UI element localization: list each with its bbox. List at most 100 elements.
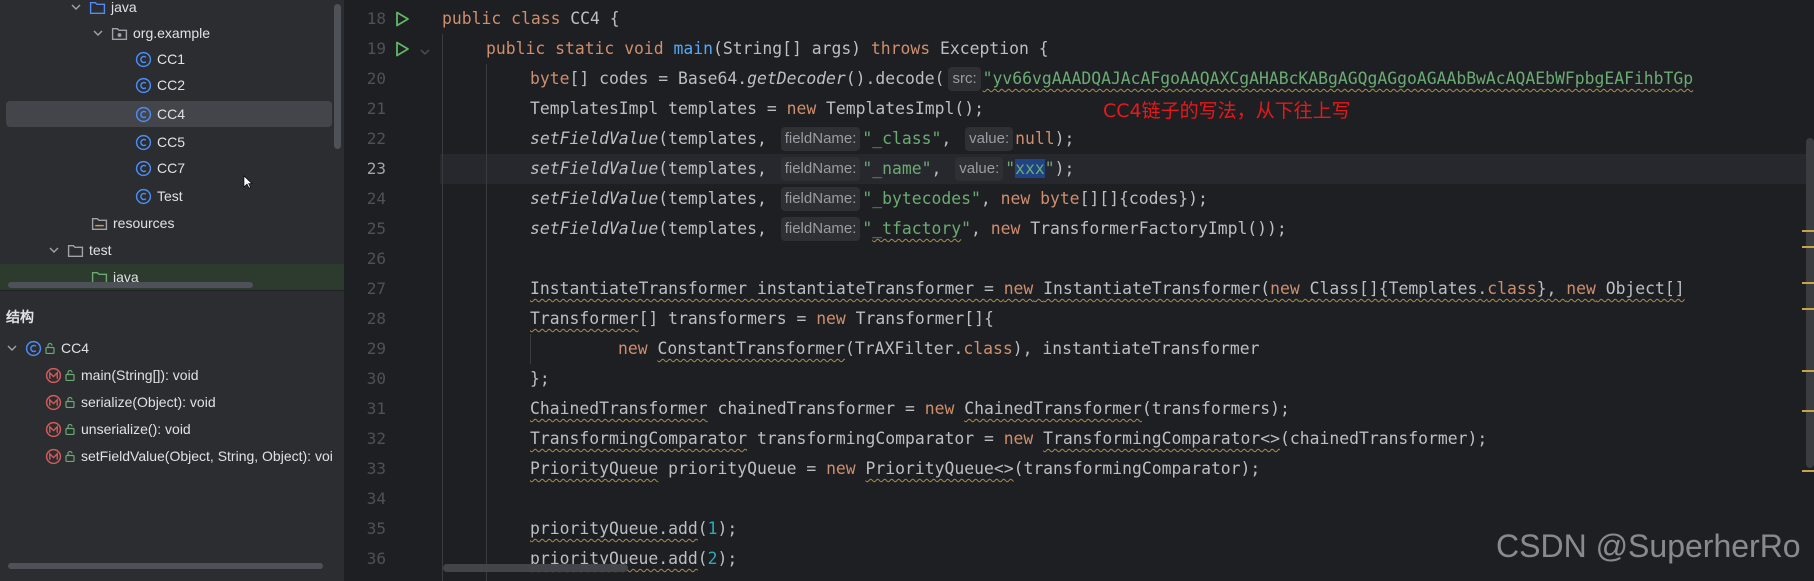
code-line-25: setFieldValue(templates, fieldName: "_tfa… — [530, 214, 1287, 244]
code-line-23: setFieldValue(templates, fieldName: "_nam… — [530, 154, 1074, 184]
param-hint: fieldName: — [780, 187, 861, 211]
tree-item-label: Test — [157, 188, 183, 204]
mouse-cursor-icon — [243, 175, 253, 192]
tree-item-label: CC2 — [157, 77, 186, 93]
run-class-icon[interactable] — [392, 9, 412, 29]
unlock-icon — [45, 342, 55, 354]
tree-item-label: CC7 — [157, 160, 186, 176]
warning-marker[interactable] — [1802, 470, 1814, 472]
tree-item-resources[interactable]: resources — [6, 210, 332, 236]
tree-item-label: resources — [113, 215, 175, 231]
class-icon — [24, 339, 42, 357]
warning-marker[interactable] — [1802, 230, 1814, 232]
structure-member-unserialize[interactable]: unserialize(): void — [44, 416, 191, 442]
line-number: 25 — [366, 219, 386, 238]
tree-item-cc2[interactable]: CC2 — [6, 72, 332, 98]
line-number: 34 — [366, 489, 386, 508]
line-number: 36 — [366, 549, 386, 568]
line-number: 22 — [366, 129, 386, 148]
code-line-30: }; — [530, 369, 550, 388]
tree-item-java[interactable]: java — [6, 0, 332, 20]
unlock-icon — [65, 396, 75, 408]
code-line-19: public static void main(String[] args) t… — [486, 39, 1049, 58]
param-hint: value: — [955, 157, 1004, 181]
indent-guide — [530, 334, 531, 364]
indent-guide — [486, 64, 487, 581]
chevron-down-icon[interactable] — [68, 0, 84, 15]
warning-marker[interactable] — [1802, 370, 1814, 372]
line-number: 32 — [366, 429, 386, 448]
chevron-down-icon[interactable] — [90, 25, 106, 41]
tree-item-label: org.example — [133, 25, 211, 41]
line-number: 20 — [366, 69, 386, 88]
structure-root-label: CC4 — [61, 340, 90, 356]
line-number: 33 — [366, 459, 386, 478]
left-panel: java org.example CC1 CC2 CC4 CC5 CC7 Tes… — [0, 0, 344, 581]
tree-item-cc4[interactable]: CC4 — [6, 101, 332, 127]
code-line-32: TransformingComparator transformingCompa… — [530, 429, 1488, 448]
tree-item-label: java — [111, 0, 137, 15]
code-editor[interactable]: 18 19 20 21 22 23 24 25 26 27 28 29 30 3… — [344, 0, 1814, 581]
structure-member-main[interactable]: main(String[]): void — [44, 362, 198, 388]
warning-marker[interactable] — [1802, 246, 1814, 248]
structure-horizontal-scrollbar[interactable] — [8, 563, 323, 569]
class-icon — [134, 105, 152, 123]
tree-item-test-class[interactable]: Test — [6, 175, 332, 209]
editor-vertical-scrollbar[interactable] — [1806, 138, 1814, 468]
warning-marker[interactable] — [1802, 308, 1814, 310]
tree-item-cc7[interactable]: CC7 — [6, 155, 332, 181]
fold-chevron-icon[interactable] — [420, 44, 432, 56]
red-annotation-text: CC4链子的写法，从下往上写 — [1103, 100, 1351, 122]
structure-member-label: main(String[]): void — [81, 367, 199, 383]
method-icon — [44, 420, 62, 438]
tree-item-test[interactable]: test — [6, 237, 332, 263]
warning-marker[interactable] — [1802, 410, 1814, 412]
unlock-icon — [65, 369, 75, 381]
tree-horizontal-scrollbar[interactable] — [8, 282, 253, 288]
structure-member-label: setFieldValue(Object, String, Object): v… — [81, 448, 333, 464]
code-line-18: public class CC4 { — [442, 9, 620, 28]
editor-horizontal-scrollbar[interactable] — [443, 564, 628, 572]
code-line-21: TemplatesImpl templates = new TemplatesI… — [530, 99, 984, 118]
tree-item-label: CC1 — [157, 51, 186, 67]
param-hint: src: — [948, 67, 981, 91]
code-line-29: new ConstantTransformer(TrAXFilter.class… — [618, 339, 1260, 358]
line-number: 23 — [366, 159, 386, 178]
folder-icon — [90, 214, 108, 232]
run-main-icon[interactable] — [392, 39, 412, 59]
indent-guide — [442, 34, 443, 581]
param-hint: fieldName: — [780, 157, 861, 181]
tree-item-org-example[interactable]: org.example — [6, 20, 332, 46]
tree-vertical-scrollbar[interactable] — [334, 4, 341, 149]
line-number: 29 — [366, 339, 386, 358]
panel-divider[interactable] — [0, 290, 344, 291]
line-number: 21 — [366, 99, 386, 118]
line-number: 26 — [366, 249, 386, 268]
chevron-down-icon[interactable] — [46, 242, 62, 258]
tree-item-label: CC4 — [157, 106, 186, 122]
structure-member-serialize[interactable]: serialize(Object): void — [44, 389, 216, 415]
line-number: 31 — [366, 399, 386, 418]
structure-root-cc4[interactable]: CC4 — [4, 335, 89, 361]
unlock-icon — [65, 423, 75, 435]
code-line-24: setFieldValue(templates, fieldName: "_byt… — [530, 184, 1208, 214]
code-line-35: priorityQueue.add(1); — [530, 519, 738, 538]
chevron-down-icon[interactable] — [4, 340, 20, 356]
code-line-33: PriorityQueue priorityQueue = new Priori… — [530, 459, 1261, 478]
selected-text[interactable]: xxx — [1015, 159, 1045, 178]
class-icon — [134, 159, 152, 177]
structure-member-setfieldvalue[interactable]: setFieldValue(Object, String, Object): v… — [44, 443, 333, 469]
param-hint: fieldName: — [780, 127, 861, 151]
tree-item-label: CC5 — [157, 134, 186, 150]
line-number: 27 — [366, 279, 386, 298]
warning-marker[interactable] — [1802, 282, 1814, 284]
line-number: 24 — [366, 189, 386, 208]
tree-item-cc1[interactable]: CC1 — [6, 46, 332, 72]
tree-item-label: test — [89, 242, 112, 258]
code-line-28: Transformer[] transformers = new Transfo… — [530, 309, 994, 328]
class-icon — [134, 76, 152, 94]
tree-item-cc5[interactable]: CC5 — [6, 129, 332, 155]
line-number: 35 — [366, 519, 386, 538]
package-icon — [110, 24, 128, 42]
line-number: 28 — [366, 309, 386, 328]
